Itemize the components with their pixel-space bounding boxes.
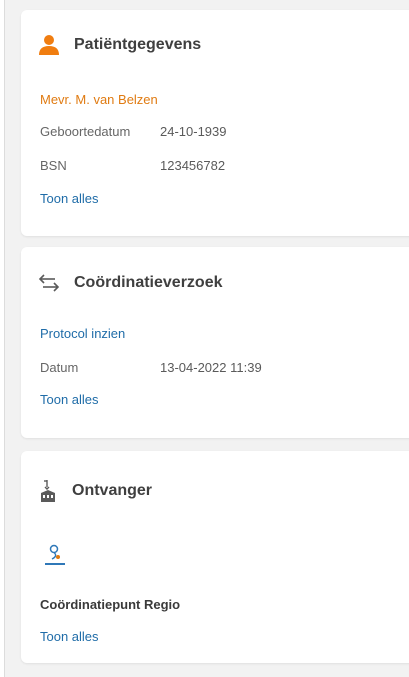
receiver-card-title: Ontvanger (72, 482, 153, 499)
patient-card: Patiëntgegevens Mevr. M. van Belzen Gebo… (21, 10, 409, 236)
patient-card-header: Patiëntgegevens (38, 34, 201, 56)
date-value: 13-04-2022 11:39 (160, 360, 262, 375)
patient-card-title: Patiëntgegevens (74, 36, 202, 53)
coordination-show-all-link[interactable]: Toon alles (40, 392, 99, 407)
receiver-show-all-link[interactable]: Toon alles (40, 629, 99, 644)
person-icon (38, 34, 60, 56)
birthdate-row: Geboortedatum 24-10-1939 (40, 124, 227, 139)
patient-name-link[interactable]: Mevr. M. van Belzen (40, 92, 158, 107)
bsn-row: BSN 123456782 (40, 158, 225, 173)
birthdate-label: Geboortedatum (40, 124, 131, 139)
bsn-value: 123456782 (160, 158, 226, 173)
coordination-card-title: Coördinatieverzoek (74, 274, 223, 291)
date-label: Datum (40, 360, 79, 375)
organization-logo (42, 540, 68, 568)
building-transfer-icon (38, 479, 58, 503)
receiver-card-header: Ontvanger (38, 479, 152, 503)
receiver-card: Ontvanger Coördinatiepunt Regio Toon all… (21, 451, 409, 663)
left-rail (0, 0, 5, 677)
coordination-card-header: Coördinatieverzoek (38, 274, 222, 292)
date-row: Datum 13-04-2022 11:39 (40, 360, 262, 375)
coordination-card: Coördinatieverzoek Protocol inzien Datum… (21, 247, 409, 438)
receiver-organization-name: Coördinatiepunt Regio (40, 597, 181, 612)
patient-show-all-link[interactable]: Toon alles (40, 191, 99, 206)
bsn-label: BSN (40, 158, 67, 173)
birthdate-value: 24-10-1939 (160, 124, 227, 139)
protocol-link[interactable]: Protocol inzien (40, 326, 125, 341)
swap-arrows-icon (38, 274, 60, 292)
